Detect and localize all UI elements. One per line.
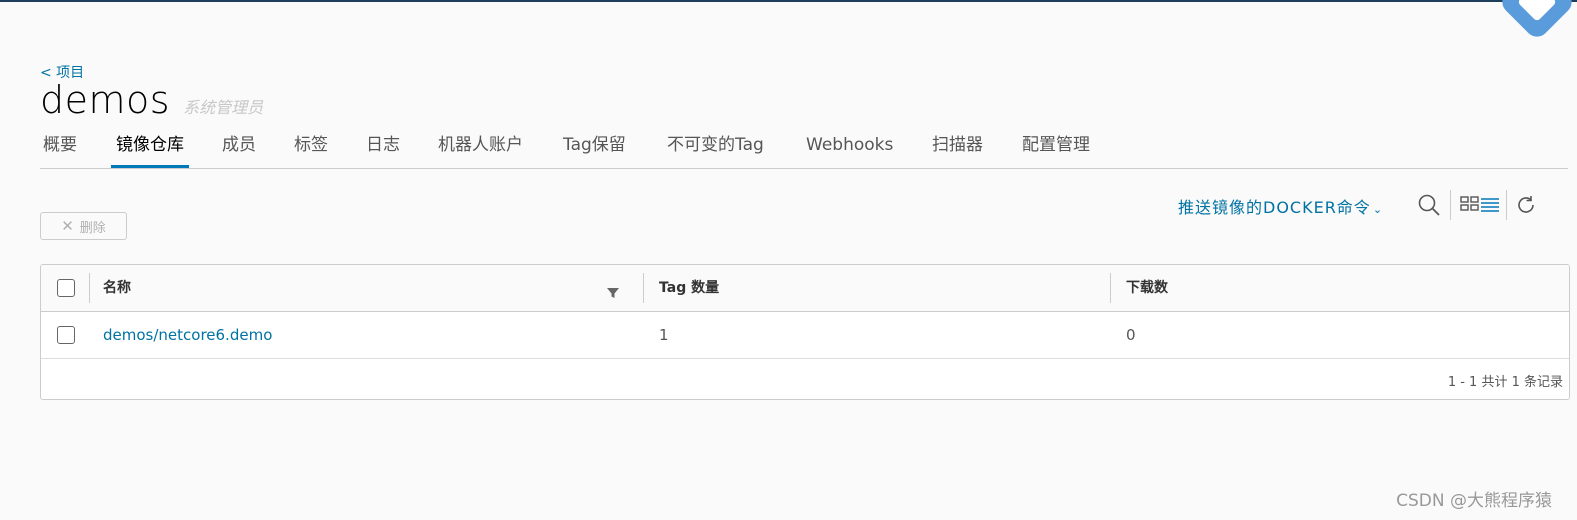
tag-count-cell: 1 xyxy=(659,326,669,344)
role-label: 系统管理员 xyxy=(183,98,264,117)
filter-icon[interactable] xyxy=(607,284,619,303)
docker-command-label: 推送镜像的DOCKER命令 xyxy=(1178,198,1371,217)
docker-command-dropdown[interactable]: 推送镜像的DOCKER命令 ⌄ xyxy=(1178,194,1383,218)
page-title: demos xyxy=(40,78,171,122)
tab-tag-retention[interactable]: Tag保留 xyxy=(563,128,626,166)
close-icon: ✕ xyxy=(61,217,74,235)
select-all-checkbox[interactable] xyxy=(57,279,75,297)
repository-name-link[interactable]: demos/netcore6.demo xyxy=(103,312,272,358)
row-checkbox[interactable] xyxy=(57,326,75,344)
tab-webhooks[interactable]: Webhooks xyxy=(806,128,893,166)
column-header-pulls[interactable]: 下载数 xyxy=(1126,265,1168,311)
refresh-icon[interactable] xyxy=(1515,194,1537,220)
tab-configuration[interactable]: 配置管理 xyxy=(1022,128,1090,166)
column-header-tag-count[interactable]: Tag 数量 xyxy=(659,265,719,311)
tab-immutable-tag[interactable]: 不可变的Tag xyxy=(667,128,764,166)
tab-bar: 概要 镜像仓库 成员 标签 日志 机器人账户 Tag保留 不可变的Tag Web… xyxy=(40,128,1568,169)
pulls-cell: 0 xyxy=(1126,326,1136,344)
tab-repositories[interactable]: 镜像仓库 xyxy=(111,128,189,168)
table-header: 名称 Tag 数量 下载数 xyxy=(41,265,1569,312)
tab-logs[interactable]: 日志 xyxy=(366,128,400,166)
title-row: demos 系统管理员 xyxy=(40,78,263,122)
delete-label: 删除 xyxy=(79,220,106,236)
tab-members[interactable]: 成员 xyxy=(222,128,256,166)
table-row: demos/netcore6.demo 1 0 xyxy=(41,312,1569,359)
column-header-name[interactable]: 名称 xyxy=(103,265,131,311)
repository-table: 名称 Tag 数量 下载数 demos/netcore6.demo 1 0 1 … xyxy=(40,264,1570,400)
top-bar xyxy=(0,0,1577,2)
tab-labels[interactable]: 标签 xyxy=(294,128,328,166)
pagination-summary: 1 - 1 共计 1 条记录 xyxy=(1447,375,1563,390)
corner-logo xyxy=(1497,0,1577,42)
tab-robot-accounts[interactable]: 机器人账户 xyxy=(438,128,523,166)
search-icon[interactable] xyxy=(1417,193,1441,221)
watermark: CSDN @大熊程序猿 xyxy=(1396,491,1552,511)
card-view-icon[interactable] xyxy=(1460,196,1480,216)
list-view-icon[interactable] xyxy=(1481,197,1499,217)
tab-scanner[interactable]: 扫描器 xyxy=(932,128,983,166)
chevron-down-icon: ⌄ xyxy=(1372,203,1384,216)
delete-button[interactable]: ✕ 删除 xyxy=(40,212,127,240)
tab-summary[interactable]: 概要 xyxy=(43,128,77,166)
